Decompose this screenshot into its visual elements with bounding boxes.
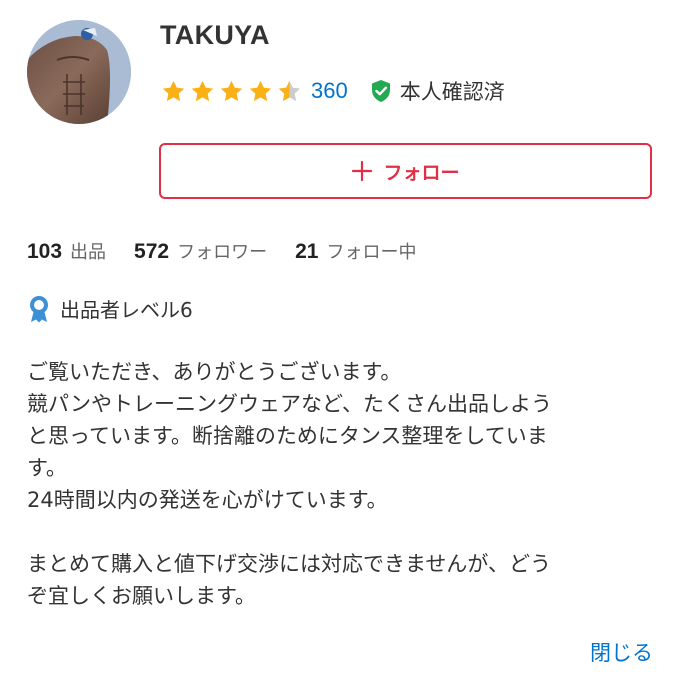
follow-button-label: フォロー: [383, 161, 460, 184]
star-full-icon: [189, 78, 216, 105]
stat-following[interactable]: 21 フォロー中: [295, 238, 416, 264]
username: TAKUYA: [160, 20, 270, 50]
avatar-image: [27, 20, 131, 124]
bio-line: ご覧いただき、ありがとうございます。: [27, 360, 402, 384]
shield-check-icon: [370, 79, 392, 103]
stat-label: フォロー中: [326, 242, 417, 263]
bio-line: 競パンやトレーニングウェアなど、たくさん出品しよう: [27, 392, 552, 416]
bio-line: まとめて購入と値下げ交渉には対応できませんが、どう: [27, 552, 551, 576]
badge-icon: [27, 295, 51, 323]
seller-level: 出品者レベル6: [27, 294, 193, 323]
bio-line: 24時間以内の発送を心がけています。: [27, 488, 388, 512]
stat-value: 572: [134, 240, 170, 263]
profile-stats: 103 出品 572 フォロワー 21 フォロー中: [27, 238, 444, 264]
close-link[interactable]: 閉じる: [590, 637, 653, 667]
stat-value: 103: [27, 240, 63, 263]
star-half-icon: [276, 78, 303, 105]
stat-label: 出品: [70, 242, 107, 263]
bio-text: ご覧いただき、ありがとうございます。 競パンやトレーニングウェアなど、たくさん出…: [27, 356, 657, 612]
rating-row: 360 本人確認済: [160, 76, 505, 106]
review-count-link[interactable]: 360: [311, 78, 348, 104]
star-full-icon: [247, 78, 274, 105]
bio-line: と思っています。断捨離のためにタンス整理をしていま: [27, 424, 548, 448]
bio-blank-line: [27, 516, 657, 548]
seller-level-label: 出品者レベル6: [60, 298, 193, 322]
stat-listings[interactable]: 103 出品: [27, 238, 106, 264]
avatar: [27, 20, 131, 124]
star-full-icon: [218, 78, 245, 105]
plus-icon: [351, 160, 373, 182]
verified-badge: 本人確認済: [370, 76, 505, 106]
stat-value: 21: [295, 240, 319, 263]
stat-followers[interactable]: 572 フォロワー: [134, 238, 267, 264]
bio-line: す。: [27, 456, 67, 480]
follow-button[interactable]: フォロー: [159, 143, 652, 199]
stat-label: フォロワー: [177, 242, 268, 263]
star-full-icon: [160, 78, 187, 105]
verified-label: 本人確認済: [399, 80, 505, 104]
bio-line: ぞ宜しくお願いします。: [27, 584, 256, 608]
rating-stars: [160, 78, 305, 105]
